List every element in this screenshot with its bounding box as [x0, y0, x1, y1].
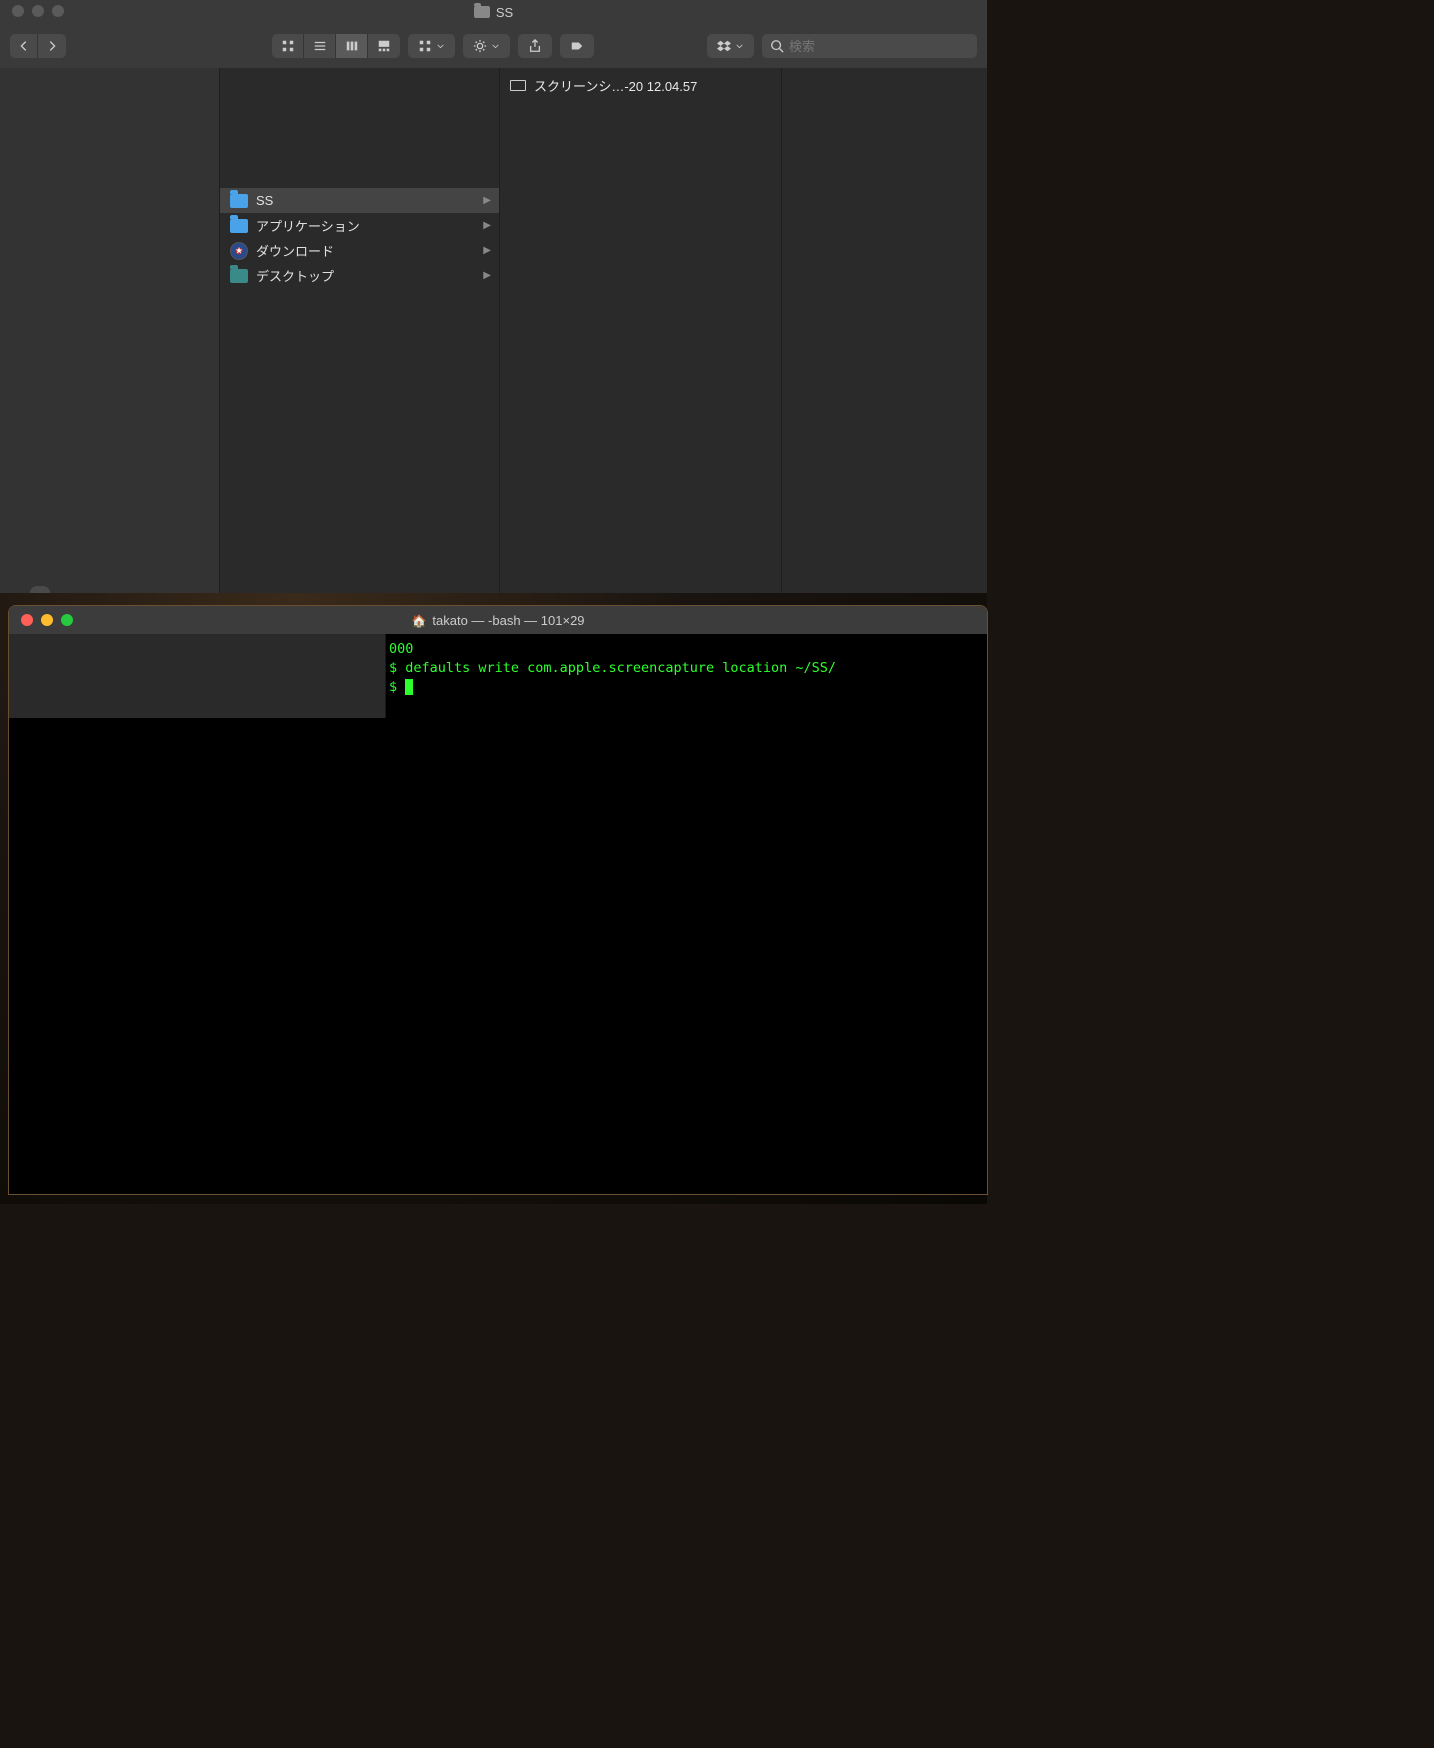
shield-icon — [230, 242, 248, 260]
forward-button[interactable] — [38, 34, 66, 58]
dropbox-button[interactable] — [707, 34, 754, 58]
terminal-line: 000 — [389, 640, 987, 659]
tag-icon — [570, 39, 584, 53]
chevron-down-icon — [491, 39, 500, 53]
folder-icon — [230, 269, 248, 283]
home-icon — [411, 613, 426, 628]
folder-icon — [230, 194, 248, 208]
search-box[interactable] — [762, 34, 977, 58]
finder-column-3[interactable] — [782, 68, 987, 593]
image-file-icon — [510, 80, 526, 91]
icon-view-button[interactable] — [272, 34, 304, 58]
search-icon — [770, 39, 784, 53]
gallery-view-button[interactable] — [368, 34, 400, 58]
columns-icon — [345, 39, 359, 53]
minimize-button[interactable] — [32, 5, 44, 17]
chevron-left-icon — [17, 39, 31, 53]
chevron-down-icon — [735, 39, 744, 53]
arrange-button[interactable] — [408, 34, 455, 58]
file-row-screenshot[interactable]: スクリーンシ…-20 12.04.57 — [500, 74, 781, 96]
folder-icon — [474, 6, 490, 18]
folder-row-ss[interactable]: SS ▶ — [220, 188, 499, 213]
folder-row-applications[interactable]: アプリケーション ▶ — [220, 213, 499, 238]
close-button[interactable] — [21, 614, 33, 626]
back-button[interactable] — [10, 34, 38, 58]
folder-label: デスクトップ — [256, 266, 334, 285]
file-label: スクリーンシ…-20 12.04.57 — [534, 76, 697, 95]
terminal-title-text: takato — -bash — 101×29 — [432, 613, 584, 628]
chevron-right-icon — [45, 39, 59, 53]
chevron-down-icon — [436, 39, 445, 53]
grid-icon — [418, 39, 432, 53]
search-input[interactable] — [789, 39, 969, 54]
terminal-title: takato — -bash — 101×29 — [411, 613, 584, 628]
finder-sidebar[interactable] — [0, 68, 220, 593]
resize-handle[interactable] — [30, 586, 50, 593]
chevron-right-icon: ▶ — [483, 270, 491, 281]
cursor — [405, 679, 413, 695]
dropbox-icon — [717, 39, 731, 53]
folder-row-desktop[interactable]: デスクトップ ▶ — [220, 263, 499, 288]
terminal-window: takato — -bash — 101×29 000 $ defaults w… — [8, 605, 988, 1195]
folder-label: SS — [256, 193, 273, 208]
maximize-button[interactable] — [52, 5, 64, 17]
grid-icon — [281, 39, 295, 53]
minimize-button[interactable] — [41, 614, 53, 626]
action-button[interactable] — [463, 34, 510, 58]
window-title-text: SS — [496, 5, 513, 20]
finder-window: SS — [0, 0, 987, 593]
folder-icon — [230, 219, 248, 233]
finder-toolbar — [0, 24, 987, 68]
folder-row-downloads[interactable]: ダウンロード ▶ — [220, 238, 499, 263]
view-switcher — [272, 34, 400, 58]
terminal-line: $ defaults write com.apple.screencapture… — [389, 659, 987, 678]
chevron-right-icon: ▶ — [483, 220, 491, 231]
share-icon — [528, 39, 542, 53]
close-button[interactable] — [12, 5, 24, 17]
tags-button[interactable] — [560, 34, 594, 58]
terminal-titlebar[interactable]: takato — -bash — 101×29 — [9, 606, 987, 634]
finder-column-2[interactable]: スクリーンシ…-20 12.04.57 — [500, 68, 782, 593]
finder-titlebar[interactable]: SS — [0, 0, 987, 24]
gear-icon — [473, 39, 487, 53]
terminal-prompt: $ — [389, 678, 987, 697]
chevron-right-icon: ▶ — [483, 195, 491, 206]
column-view-button[interactable] — [336, 34, 368, 58]
finder-body: SS ▶ アプリケーション ▶ ダウンロード ▶ デスクトップ ▶ — [0, 68, 987, 593]
window-title: SS — [474, 5, 513, 20]
folder-label: ダウンロード — [256, 241, 334, 260]
maximize-button[interactable] — [61, 614, 73, 626]
nav-buttons — [10, 34, 66, 58]
finder-overhang — [9, 634, 386, 718]
finder-column-1[interactable]: SS ▶ アプリケーション ▶ ダウンロード ▶ デスクトップ ▶ — [220, 68, 500, 593]
share-button[interactable] — [518, 34, 552, 58]
terminal-body[interactable]: 000 $ defaults write com.apple.screencap… — [9, 634, 987, 1194]
list-view-button[interactable] — [304, 34, 336, 58]
list-icon — [313, 39, 327, 53]
traffic-lights — [21, 614, 73, 626]
folder-label: アプリケーション — [256, 216, 360, 235]
chevron-right-icon: ▶ — [483, 245, 491, 256]
gallery-icon — [377, 39, 391, 53]
traffic-lights — [12, 5, 64, 17]
